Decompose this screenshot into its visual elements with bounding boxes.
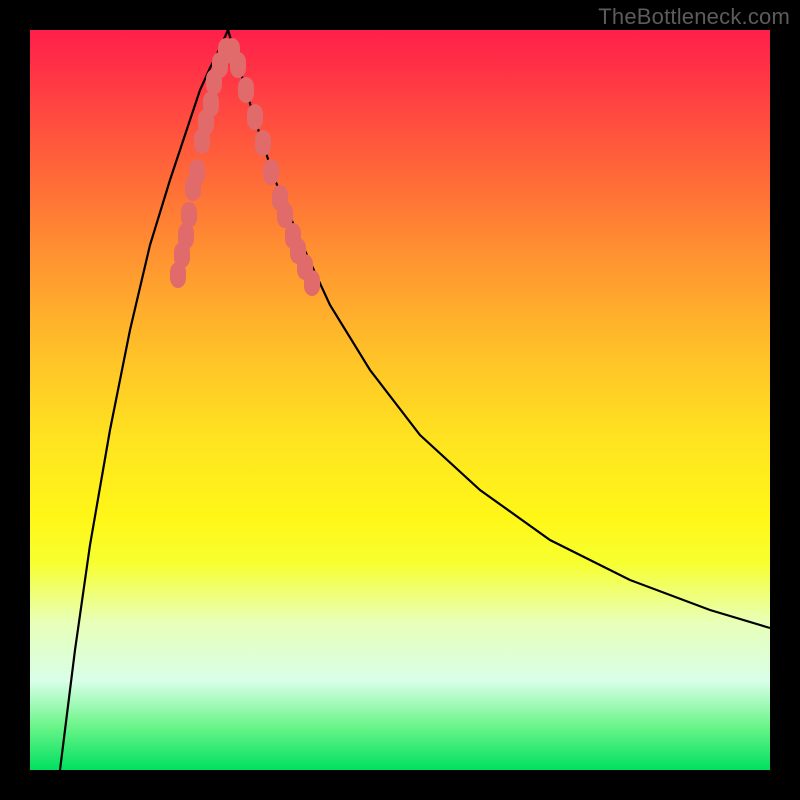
data-markers [170, 38, 320, 296]
chart-svg [30, 30, 770, 770]
data-marker [263, 159, 279, 185]
data-marker [230, 52, 246, 78]
data-marker [189, 159, 205, 185]
data-marker [203, 91, 219, 117]
data-marker [255, 130, 271, 156]
data-marker [181, 202, 197, 228]
watermark-text: TheBottleneck.com [598, 4, 790, 30]
chart-frame: TheBottleneck.com [0, 0, 800, 800]
data-marker [304, 270, 320, 296]
right-curve [228, 30, 770, 628]
data-marker [238, 77, 254, 103]
data-marker [247, 104, 263, 130]
